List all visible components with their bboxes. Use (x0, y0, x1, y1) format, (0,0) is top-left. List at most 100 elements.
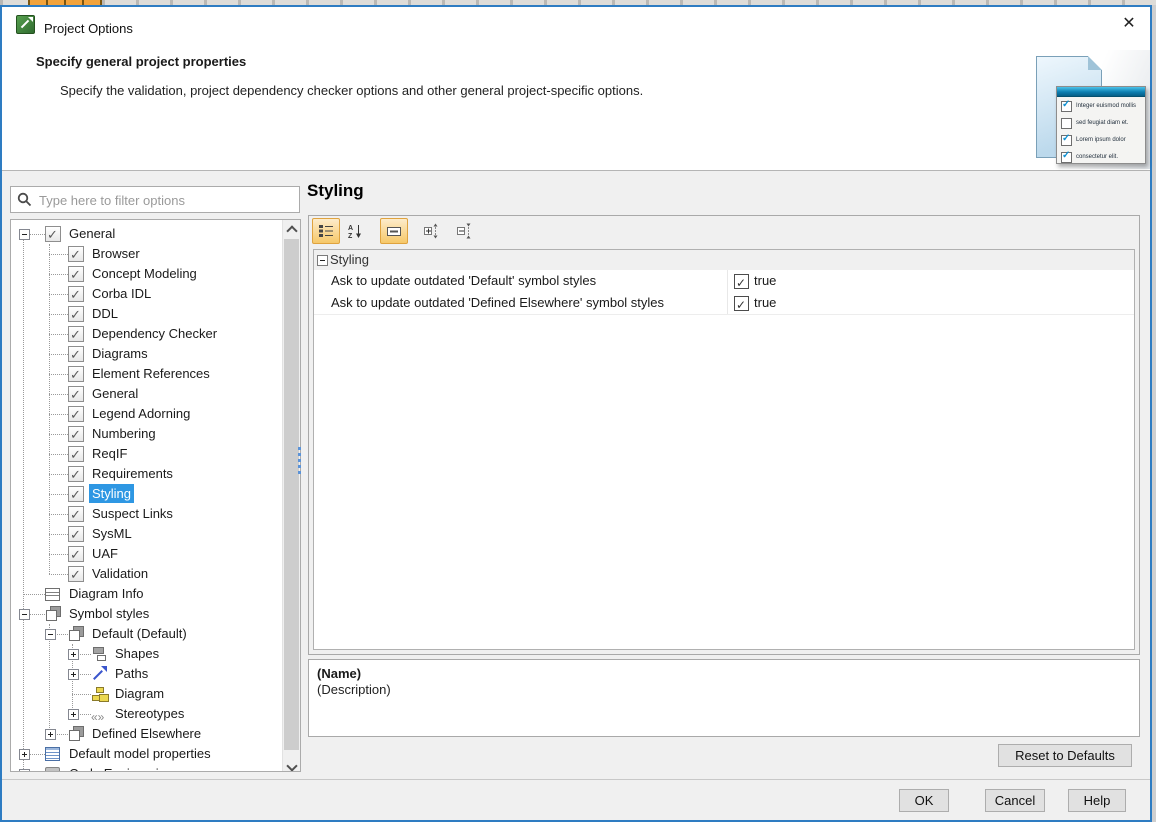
tree-item-label[interactable]: Validation (89, 564, 151, 583)
tree-item-shapes[interactable]: Shapes (11, 644, 281, 664)
show-description-area-button[interactable] (380, 218, 408, 244)
value-checkbox[interactable] (734, 274, 749, 289)
expand-all-button[interactable] (417, 218, 445, 244)
tree-item-label[interactable]: Numbering (89, 424, 159, 443)
tree-item-element-references[interactable]: Element References (11, 364, 281, 384)
tree-item-label[interactable]: Element References (89, 364, 213, 383)
property-value-cell[interactable]: true (727, 270, 1134, 292)
tree-item-label[interactable]: DDL (89, 304, 121, 323)
collapse-category-icon[interactable] (317, 255, 328, 266)
splitter-grip[interactable] (298, 447, 301, 477)
tree-checkbox[interactable] (68, 286, 84, 302)
tree-item-label[interactable]: SysML (89, 524, 135, 543)
tree-item-sysml[interactable]: SysML (11, 524, 281, 544)
tree-checkbox[interactable] (68, 506, 84, 522)
tree-item-styling[interactable]: Styling (11, 484, 281, 504)
tree-checkbox[interactable] (68, 566, 84, 582)
tree-checkbox[interactable] (68, 426, 84, 442)
tree-item-uaf[interactable]: UAF (11, 544, 281, 564)
tree-item-label[interactable]: Diagram Info (66, 584, 146, 603)
expand-toggle-icon[interactable] (19, 749, 30, 760)
tree-item-default-model-properties[interactable]: Default model properties (11, 744, 281, 764)
tree-item-general[interactable]: General (11, 224, 281, 244)
collapse-all-button[interactable] (450, 218, 478, 244)
tree-checkbox[interactable] (68, 386, 84, 402)
cancel-button[interactable]: Cancel (985, 789, 1045, 812)
tree-item-diagram[interactable]: Diagram (11, 684, 281, 704)
expand-toggle-icon[interactable] (68, 709, 79, 720)
tree-item-ddl[interactable]: DDL (11, 304, 281, 324)
tree-checkbox[interactable] (68, 246, 84, 262)
tree-item-label[interactable]: Defined Elsewhere (89, 724, 204, 743)
tree-item-label[interactable]: Diagrams (89, 344, 151, 363)
value-checkbox[interactable] (734, 296, 749, 311)
tree-item-label[interactable]: Browser (89, 244, 143, 263)
tree-item-label[interactable]: Default model properties (66, 744, 214, 763)
tree-checkbox[interactable] (68, 406, 84, 422)
tree-item-stereotypes[interactable]: Stereotypes (11, 704, 281, 724)
close-icon[interactable]: ✕ (1114, 11, 1144, 37)
collapse-toggle-icon[interactable] (19, 609, 30, 620)
tree-item-label[interactable]: General (66, 224, 118, 243)
tree-item-label[interactable]: Styling (89, 484, 134, 503)
tree-item-legend-adorning[interactable]: Legend Adorning (11, 404, 281, 424)
scroll-up-icon[interactable] (283, 220, 300, 237)
tree-checkbox[interactable] (45, 226, 61, 242)
tree-checkbox[interactable] (68, 306, 84, 322)
tree-item-diagrams[interactable]: Diagrams (11, 344, 281, 364)
tree-item-label[interactable]: Concept Modeling (89, 264, 200, 283)
tree-checkbox[interactable] (68, 546, 84, 562)
tree-item-label[interactable]: Corba IDL (89, 284, 154, 303)
filter-options-input[interactable] (37, 188, 299, 213)
tree-item-paths[interactable]: Paths (11, 664, 281, 684)
ok-button[interactable]: OK (899, 789, 949, 812)
tree-checkbox[interactable] (68, 266, 84, 282)
tree-scrollbar[interactable] (282, 220, 300, 771)
collapse-toggle-icon[interactable] (19, 229, 30, 240)
tree-item-label[interactable]: Code Engineering (66, 764, 176, 772)
tree-checkbox[interactable] (68, 366, 84, 382)
sort-alphabetically-button[interactable]: AZ (341, 218, 369, 244)
tree-checkbox[interactable] (68, 446, 84, 462)
tree-item-label[interactable]: Diagram (112, 684, 167, 703)
tree-checkbox[interactable] (68, 326, 84, 342)
reset-to-defaults-button[interactable]: Reset to Defaults (998, 744, 1132, 767)
tree-item-default-default-[interactable]: Default (Default) (11, 624, 281, 644)
tree-checkbox[interactable] (68, 526, 84, 542)
tree-item-label[interactable]: Symbol styles (66, 604, 152, 623)
expand-toggle-icon[interactable] (68, 649, 79, 660)
tree-item-browser[interactable]: Browser (11, 244, 281, 264)
tree-item-dependency-checker[interactable]: Dependency Checker (11, 324, 281, 344)
expand-toggle-icon[interactable] (19, 769, 30, 772)
expand-toggle-icon[interactable] (45, 729, 56, 740)
tree-item-code-engineering[interactable]: Code Engineering (11, 764, 281, 772)
tree-item-diagram-info[interactable]: Diagram Info (11, 584, 281, 604)
tree-item-label[interactable]: ReqIF (89, 444, 130, 463)
tree-item-numbering[interactable]: Numbering (11, 424, 281, 444)
tree-item-label[interactable]: UAF (89, 544, 121, 563)
tree-item-validation[interactable]: Validation (11, 564, 281, 584)
tree-item-label[interactable]: Requirements (89, 464, 176, 483)
tree-item-label[interactable]: Paths (112, 664, 151, 683)
tree-item-general[interactable]: General (11, 384, 281, 404)
property-row[interactable]: Ask to update outdated 'Defined Elsewher… (314, 292, 1134, 315)
tree-item-label[interactable]: General (89, 384, 141, 403)
tree-item-corba-idl[interactable]: Corba IDL (11, 284, 281, 304)
tree-checkbox[interactable] (68, 486, 84, 502)
tree-checkbox[interactable] (68, 466, 84, 482)
tree-item-label[interactable]: Suspect Links (89, 504, 176, 523)
tree-item-label[interactable]: Stereotypes (112, 704, 187, 723)
expand-toggle-icon[interactable] (68, 669, 79, 680)
tree-item-defined-elsewhere[interactable]: Defined Elsewhere (11, 724, 281, 744)
tree-item-label[interactable]: Default (Default) (89, 624, 190, 643)
tree-item-reqif[interactable]: ReqIF (11, 444, 281, 464)
tree-item-requirements[interactable]: Requirements (11, 464, 281, 484)
tree-checkbox[interactable] (68, 346, 84, 362)
collapse-toggle-icon[interactable] (45, 629, 56, 640)
tree-item-suspect-links[interactable]: Suspect Links (11, 504, 281, 524)
tree-item-label[interactable]: Shapes (112, 644, 162, 663)
tree-item-symbol-styles[interactable]: Symbol styles (11, 604, 281, 624)
help-button[interactable]: Help (1068, 789, 1126, 812)
tree-item-label[interactable]: Dependency Checker (89, 324, 220, 343)
property-value-cell[interactable]: true (727, 292, 1134, 314)
